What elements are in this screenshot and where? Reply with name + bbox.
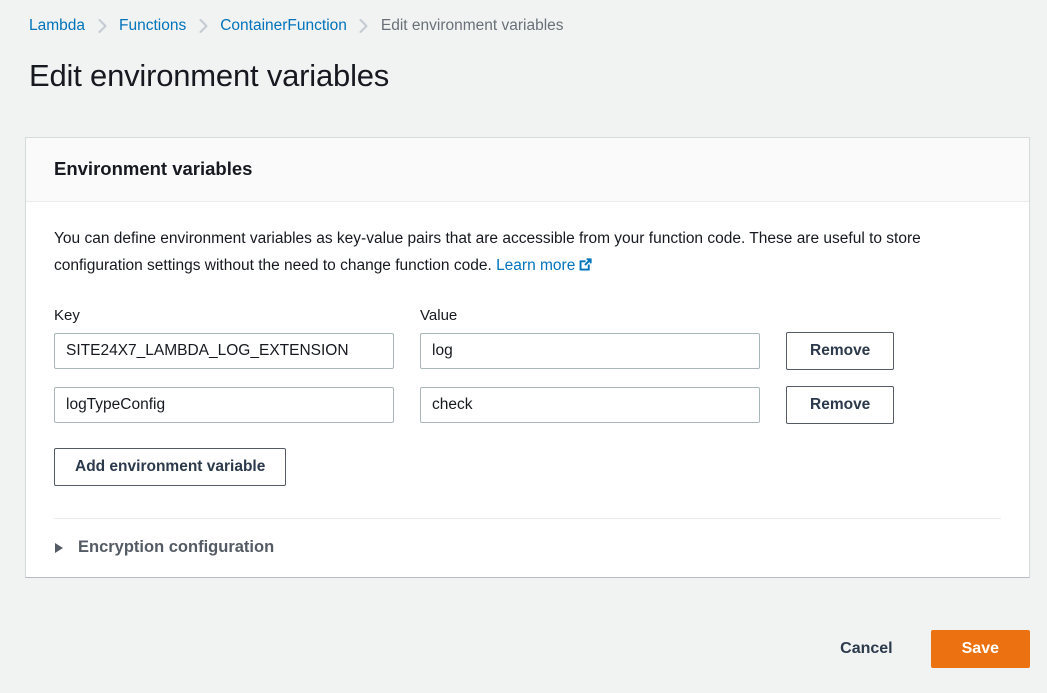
learn-more-label: Learn more <box>496 257 575 274</box>
breadcrumb-item-containerfunction[interactable]: ContainerFunction <box>220 17 347 35</box>
value-input[interactable] <box>420 333 760 369</box>
breadcrumb-item-lambda[interactable]: Lambda <box>29 17 85 35</box>
key-column-label: Key <box>54 307 420 324</box>
encryption-configuration-expander[interactable]: Encryption configuration <box>26 519 1029 577</box>
chevron-right-icon <box>186 19 220 33</box>
chevron-right-icon <box>347 19 381 33</box>
chevron-right-icon <box>85 19 119 33</box>
remove-button[interactable]: Remove <box>786 386 894 424</box>
key-input[interactable] <box>54 387 394 423</box>
description-text: You can define environment variables as … <box>54 230 921 274</box>
external-link-icon <box>578 254 593 281</box>
learn-more-link[interactable]: Learn more <box>496 257 593 274</box>
key-input[interactable] <box>54 333 394 369</box>
panel-body: You can define environment variables as … <box>26 202 1029 519</box>
environment-variables-panel: Environment variables You can define env… <box>25 137 1030 578</box>
encryption-configuration-label: Encryption configuration <box>78 538 274 557</box>
value-column-label: Value <box>420 307 786 324</box>
field-labels-row: Key Value <box>54 307 1001 324</box>
breadcrumb: Lambda Functions ContainerFunction Edit … <box>0 0 1047 40</box>
remove-button[interactable]: Remove <box>786 332 894 370</box>
save-button[interactable]: Save <box>931 630 1030 668</box>
panel-header: Environment variables <box>26 138 1029 202</box>
page-title: Edit environment variables <box>0 40 1047 94</box>
breadcrumb-item-functions[interactable]: Functions <box>119 17 186 35</box>
panel-title: Environment variables <box>54 158 1001 180</box>
cancel-button[interactable]: Cancel <box>824 640 908 658</box>
add-environment-variable-button[interactable]: Add environment variable <box>54 448 286 486</box>
value-input[interactable] <box>420 387 760 423</box>
form-actions: Cancel Save <box>25 630 1030 668</box>
environment-variable-row: Remove <box>54 332 1001 370</box>
panel-description: You can define environment variables as … <box>54 225 1001 281</box>
triangle-right-icon <box>54 542 68 554</box>
breadcrumb-item-current: Edit environment variables <box>381 17 564 35</box>
environment-variable-row: Remove <box>54 386 1001 424</box>
